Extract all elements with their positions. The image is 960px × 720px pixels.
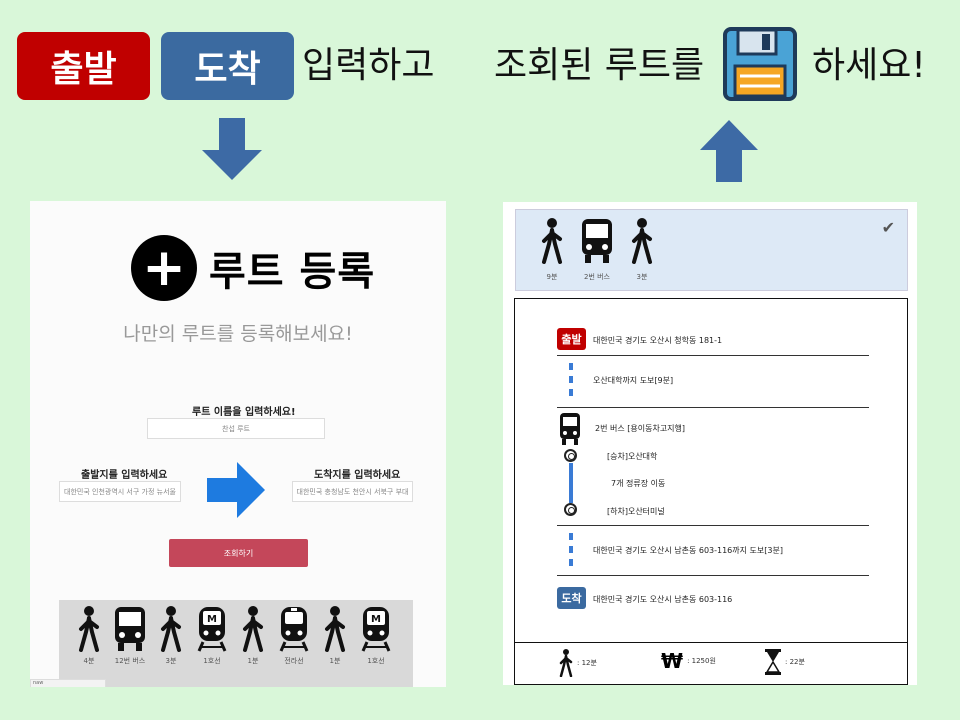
route-name-input[interactable]: 찬섭 루트	[147, 418, 325, 439]
summary-step-label: 9분	[546, 273, 558, 281]
walk-step-2: 대한민국 경기도 오산시 남촌동 603-116까지 도보[3분]	[593, 546, 783, 555]
search-button[interactable]: 조회하기	[169, 539, 308, 567]
summary-step-label: 2번 버스	[584, 273, 610, 281]
summary-step-label: 3분	[636, 273, 648, 281]
start-input[interactable]: 대한민국 인천광역시 서구 가정 뉴서울	[59, 481, 181, 502]
start-badge: 출발	[17, 32, 150, 100]
up-arrow-icon	[700, 120, 758, 182]
strip-step: M 1호선	[356, 600, 396, 666]
alight-stop-icon	[564, 503, 577, 516]
end-input[interactable]: 대한민국 충청남도 천안시 서북구 부대	[292, 481, 413, 502]
walk-icon	[161, 606, 181, 652]
strip-step: 4분	[69, 600, 109, 666]
divider	[557, 355, 869, 356]
banner-text-route: 조회된 루트를	[494, 45, 705, 86]
svg-text:M: M	[371, 614, 381, 625]
end-address: 대한민국 경기도 오산시 남촌동 603-116	[593, 595, 733, 604]
summary-step: 3분	[622, 218, 662, 282]
tiny-tab[interactable]: naw	[30, 679, 106, 687]
footer-fare: ₩ : 1250원	[661, 649, 716, 673]
board-stop: [승차]오산대학	[607, 452, 658, 461]
metro-icon: M	[361, 607, 391, 652]
walk-icon	[632, 218, 652, 264]
end-badge: 도착	[161, 32, 294, 100]
strip-step: 3분	[151, 600, 191, 666]
walk-dash-line	[569, 363, 573, 401]
summary-step: 9분	[532, 218, 572, 282]
bus-name: 2번 버스 [용이동차고지행]	[595, 424, 686, 433]
metro-icon: M	[197, 607, 227, 652]
route-name-label: 루트 이름을 입력하세요!	[192, 407, 296, 418]
stops-count: 7개 정류장 이동	[611, 479, 666, 488]
strip-step: 전라선	[274, 600, 314, 666]
register-subtitle: 나만의 루트를 등록해보세요!	[123, 323, 353, 345]
plus-circle-icon[interactable]: +	[131, 235, 197, 301]
train-icon	[279, 607, 309, 652]
register-title-row: + 루트 등록	[131, 235, 375, 301]
banner-text-input: 입력하고	[302, 45, 435, 86]
right-arrow-icon	[207, 462, 265, 518]
end-label: 도착지를 입력하세요	[314, 470, 401, 481]
save-disk-icon[interactable]	[722, 26, 798, 102]
checkmark-icon[interactable]: ✔	[882, 218, 895, 237]
won-icon: ₩	[661, 649, 684, 673]
strip-step-label: 1호선	[203, 657, 221, 665]
walk-icon	[559, 649, 573, 677]
route-summary[interactable]: ✔ 9분 2번 버스 3분	[515, 209, 908, 291]
route-footer: : 12분 ₩ : 1250원 : 22분	[514, 642, 908, 685]
bus-icon	[582, 219, 612, 263]
divider	[557, 525, 869, 526]
strip-step-label: 1호선	[367, 657, 385, 665]
detail-end-badge: 도착	[557, 587, 586, 609]
strip-step: M 1호선	[192, 600, 232, 666]
start-label: 출발지를 입력하세요	[81, 470, 168, 481]
bus-icon	[560, 413, 580, 445]
footer-time: : 22분	[765, 649, 805, 675]
board-stop-icon	[564, 449, 577, 462]
walk-dash-line	[569, 533, 573, 571]
strip-step-label: 3분	[165, 657, 177, 665]
strip-step-label: 4분	[83, 657, 95, 665]
walk-icon	[243, 606, 263, 652]
route-strip: 4분 12번 버스 3분 M 1호선 1분 전라선 1분 M 1호선	[59, 600, 413, 687]
walk-icon	[79, 606, 99, 652]
summary-step: 2번 버스	[577, 218, 617, 282]
strip-step-label: 전라선	[284, 657, 304, 665]
register-title: 루트 등록	[209, 249, 376, 295]
divider	[557, 407, 869, 408]
svg-text:M: M	[207, 614, 217, 625]
route-register-screen: + 루트 등록 나만의 루트를 등록해보세요! 루트 이름을 입력하세요! 찬섭…	[30, 201, 446, 687]
walk-step-1: 오산대학까지 도보[9분]	[593, 376, 674, 385]
walk-icon	[325, 606, 345, 652]
start-address: 대한민국 경기도 오산시 청학동 181-1	[593, 336, 723, 345]
banner-text-do: 하세요!	[812, 45, 926, 86]
footer-walk: : 12분	[559, 649, 597, 677]
strip-step-label: 1분	[247, 657, 259, 665]
strip-step-label: 12번 버스	[114, 657, 146, 665]
strip-step: 1분	[315, 600, 355, 666]
detail-start-badge: 출발	[557, 328, 586, 350]
walk-icon	[542, 218, 562, 264]
bus-line	[569, 463, 573, 503]
route-detail: 출발 대한민국 경기도 오산시 청학동 181-1 오산대학까지 도보[9분] …	[514, 298, 908, 643]
bus-icon	[115, 607, 145, 651]
strip-step: 1분	[233, 600, 273, 666]
alight-stop: [하차]오산터미널	[607, 507, 665, 516]
route-result-screen: ✔ 9분 2번 버스 3분 출발 대한민국 경기도 오산시 청학동 181-1 오산…	[503, 202, 917, 685]
down-arrow-icon	[202, 118, 262, 180]
strip-step-label: 1분	[329, 657, 341, 665]
strip-step: 12번 버스	[110, 600, 150, 666]
hourglass-icon	[765, 649, 781, 675]
divider	[557, 575, 869, 576]
